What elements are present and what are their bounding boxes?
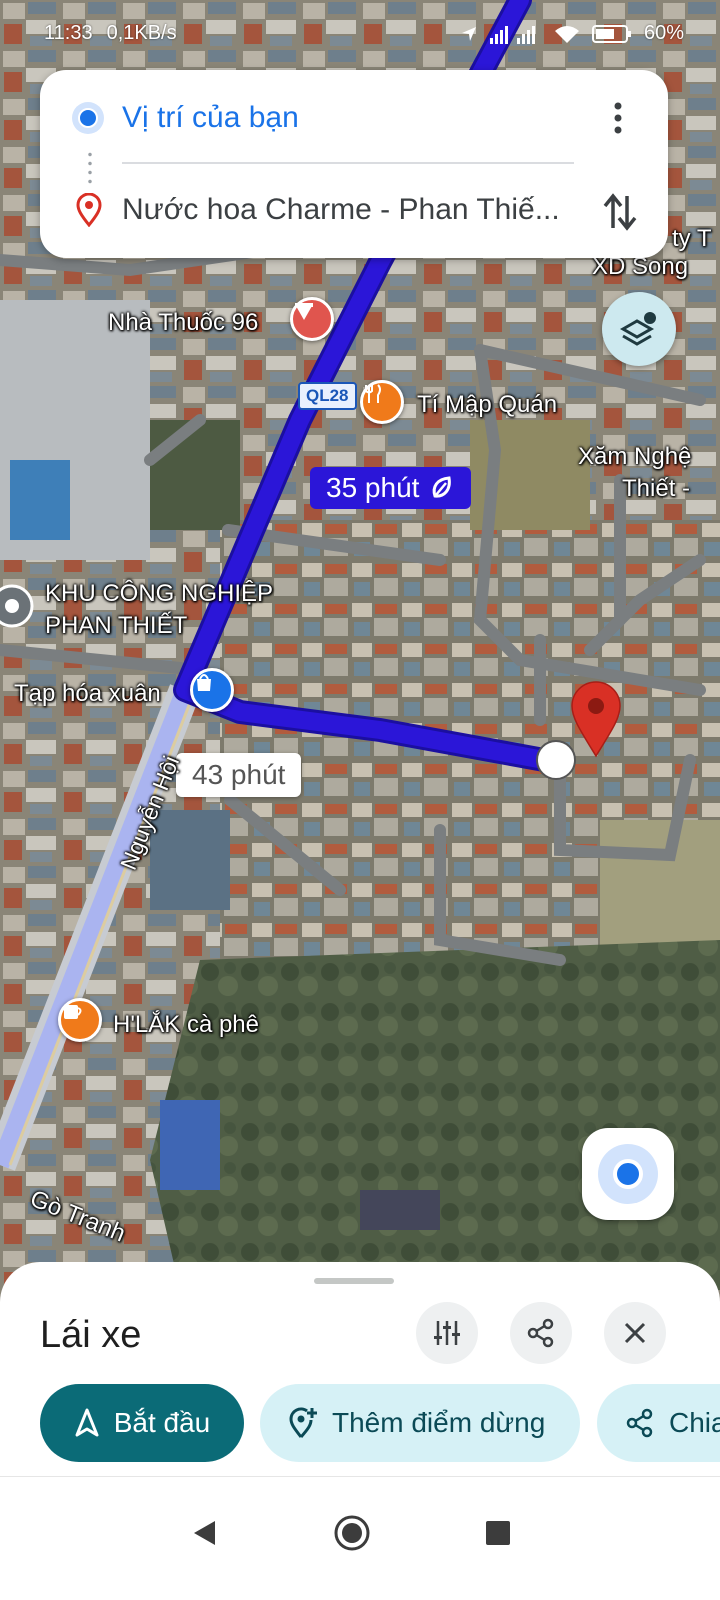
wifi-icon bbox=[554, 25, 579, 43]
layers-icon bbox=[619, 312, 656, 346]
signal-icon bbox=[489, 25, 535, 44]
home-icon bbox=[334, 1515, 370, 1551]
eco-leaf-icon bbox=[433, 476, 452, 498]
back-icon bbox=[194, 1521, 215, 1545]
label-cafe: H'LẮK cà phê bbox=[113, 1011, 260, 1038]
navigate-icon bbox=[75, 1408, 99, 1437]
travel-mode-title: Lái xe bbox=[40, 1314, 142, 1356]
route-duration-alt: 43 phút bbox=[192, 759, 286, 790]
share-icon bbox=[527, 1318, 554, 1348]
route-options-button[interactable] bbox=[416, 1302, 478, 1364]
share-chip-button[interactable]: Chia sẻ bbox=[597, 1384, 720, 1462]
route-badge-alt[interactable]: 43 phút bbox=[176, 753, 302, 797]
pharmacy-poi-icon[interactable] bbox=[290, 297, 334, 341]
swap-directions-button[interactable] bbox=[598, 188, 642, 236]
my-location-icon bbox=[598, 1144, 658, 1204]
action-chip-row[interactable]: Bắt đầu Thêm điểm dừng Chia sẻ bbox=[0, 1384, 720, 1464]
location-icon bbox=[461, 26, 476, 41]
tune-icon bbox=[434, 1321, 460, 1345]
more-options-button[interactable] bbox=[598, 98, 638, 138]
status-bar: 11:33 0,1KB/s 60% bbox=[0, 0, 720, 70]
start-navigation-button[interactable]: Bắt đầu bbox=[40, 1384, 244, 1462]
add-stop-button[interactable]: Thêm điểm dừng bbox=[260, 1384, 580, 1462]
cafe-poi-icon[interactable] bbox=[58, 998, 102, 1042]
start-label: Bắt đầu bbox=[113, 1407, 211, 1438]
route-bottom-sheet: Lái xe Bắt đầu Thêm điểm dừng Chia bbox=[0, 1262, 720, 1476]
label-pharmacy: Nhà Thuốc 96 bbox=[108, 309, 259, 336]
label-industrial-park-2: PHAN THIẾT bbox=[45, 612, 188, 639]
status-battery: 60% bbox=[643, 22, 684, 44]
label-industrial-park-1: KHU CÔNG NGHIỆP bbox=[45, 580, 274, 607]
destination-field[interactable]: Nước hoa Charme - Phan Thiế... bbox=[40, 170, 668, 250]
close-icon bbox=[624, 1322, 646, 1344]
share-route-button[interactable] bbox=[510, 1302, 572, 1364]
share-icon bbox=[626, 1408, 653, 1438]
swap-icon bbox=[603, 193, 637, 231]
origin-dot-icon bbox=[72, 102, 104, 134]
system-navigation-bar bbox=[0, 1476, 720, 1600]
origin-text: Vị trí của bạn bbox=[122, 101, 299, 134]
route-badge-primary[interactable]: 35 phút bbox=[310, 467, 472, 509]
add-location-icon bbox=[289, 1407, 317, 1438]
add-stop-label: Thêm điểm dừng bbox=[332, 1407, 546, 1438]
status-network-speed: 0,1KB/s bbox=[106, 22, 177, 44]
label-restaurant: Tí Mập Quán bbox=[417, 391, 558, 418]
label-tattoo-1: Xăm Nghệ bbox=[578, 443, 692, 470]
map-layers-button[interactable] bbox=[602, 292, 676, 366]
label-tattoo-2: Thiết - bbox=[622, 475, 691, 502]
label-company-1: ty T bbox=[672, 225, 712, 252]
origin-field[interactable]: Vị trí của bạn bbox=[40, 78, 668, 158]
field-divider bbox=[122, 162, 574, 164]
directions-card: Vị trí của bạn Nước hoa Charme - Phan Th… bbox=[40, 70, 668, 258]
battery-icon bbox=[591, 24, 631, 43]
destination-pin-icon bbox=[76, 193, 102, 227]
destination-text: Nước hoa Charme - Phan Thiế... bbox=[122, 193, 560, 226]
status-time: 11:33 bbox=[44, 22, 93, 44]
close-button[interactable] bbox=[604, 1302, 666, 1364]
route-duration-primary: 35 phút bbox=[326, 472, 420, 503]
industrial-park-pin[interactable] bbox=[0, 584, 34, 628]
highway-shield: QL28 bbox=[298, 382, 357, 410]
my-location-button[interactable] bbox=[582, 1128, 674, 1220]
back-button[interactable] bbox=[176, 1505, 232, 1561]
more-vert-icon bbox=[614, 102, 622, 134]
restaurant-poi-icon[interactable] bbox=[360, 380, 404, 424]
home-button[interactable] bbox=[324, 1505, 380, 1561]
label-grocery: Tạp hóa xuân bbox=[14, 680, 161, 707]
share-label: Chia sẻ bbox=[669, 1407, 720, 1438]
recents-button[interactable] bbox=[470, 1505, 526, 1561]
recents-icon bbox=[486, 1521, 510, 1545]
shopping-poi-icon[interactable] bbox=[190, 668, 234, 712]
sheet-drag-handle[interactable] bbox=[314, 1278, 394, 1284]
